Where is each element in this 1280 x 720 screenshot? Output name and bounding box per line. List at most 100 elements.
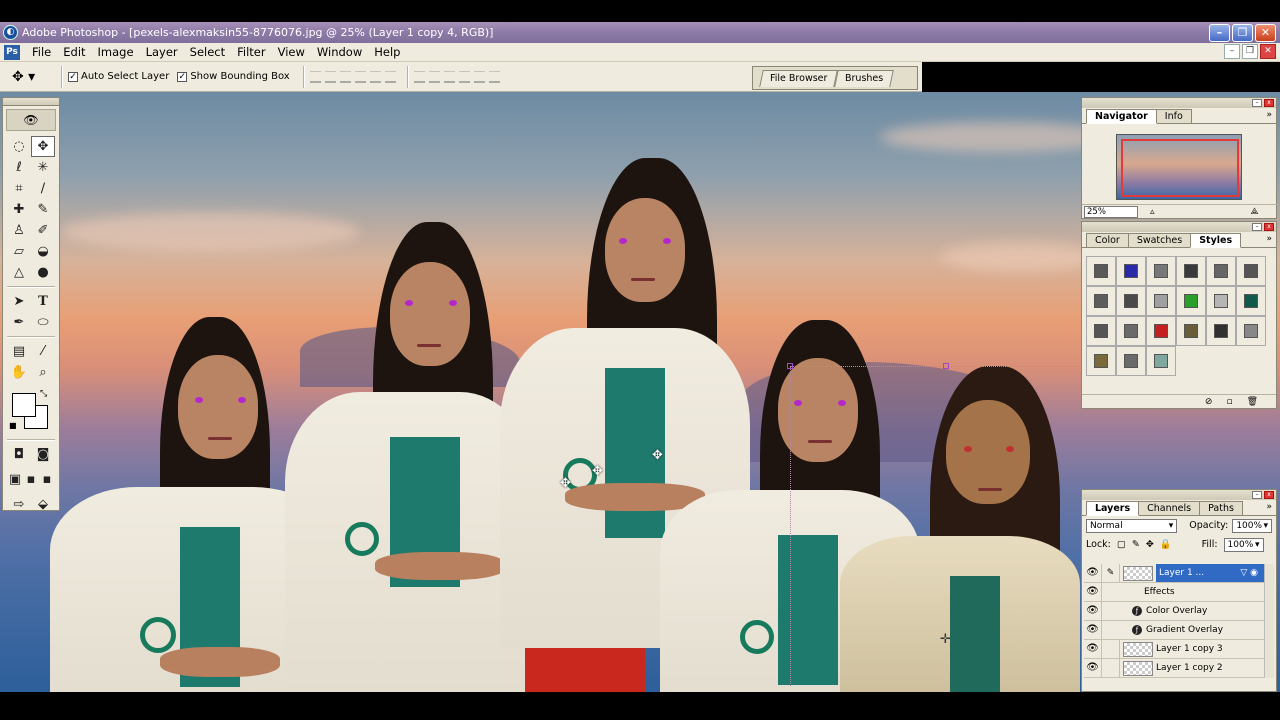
menu-select[interactable]: Select bbox=[184, 43, 231, 62]
show-bounding-box-checkbox[interactable]: ✓ Show Bounding Box bbox=[177, 71, 290, 82]
type-tool-icon[interactable]: T bbox=[31, 291, 55, 312]
brush-tool-icon[interactable]: ✎ bbox=[31, 199, 55, 220]
distribute-vcenter-icon[interactable] bbox=[428, 70, 440, 83]
move-tool-icon[interactable]: ✥ bbox=[31, 136, 55, 157]
panel-minimize-button[interactable]: – bbox=[1252, 99, 1262, 107]
notes-tool-icon[interactable]: ▤ bbox=[7, 341, 31, 362]
style-swatch[interactable] bbox=[1086, 346, 1116, 376]
style-swatch[interactable] bbox=[1236, 286, 1266, 316]
layer-row[interactable]: 👁 Layer 1 copy 2 bbox=[1084, 659, 1266, 678]
zoom-field[interactable]: 25% bbox=[1084, 205, 1138, 218]
panel-menu-icon[interactable]: » bbox=[1266, 110, 1272, 120]
visibility-eye-icon[interactable]: 👁 bbox=[1084, 583, 1102, 601]
style-swatch[interactable] bbox=[1176, 286, 1206, 316]
panel-minimize-button[interactable]: – bbox=[1252, 223, 1262, 231]
style-swatch[interactable] bbox=[1086, 316, 1116, 346]
doc-restore-button[interactable]: ❐ bbox=[1242, 44, 1258, 59]
checkbox-box[interactable]: ✓ bbox=[177, 71, 188, 82]
lasso-tool-icon[interactable]: ℓ bbox=[7, 157, 31, 178]
transform-handle[interactable] bbox=[787, 363, 793, 369]
crop-tool-icon[interactable]: ⌗ bbox=[7, 178, 31, 199]
clear-style-icon[interactable]: ⊘ bbox=[1205, 397, 1213, 407]
lock-position-icon[interactable]: ✥ bbox=[1146, 539, 1154, 550]
style-swatch[interactable] bbox=[1086, 286, 1116, 316]
visibility-eye-icon[interactable]: 👁 bbox=[1084, 640, 1102, 658]
style-swatch[interactable] bbox=[1146, 316, 1176, 346]
delete-style-icon[interactable]: 🗑 bbox=[1247, 397, 1258, 407]
full-screen-menu-mode-icon[interactable]: ▪ bbox=[23, 469, 39, 490]
layer-row[interactable]: 👁 ✎ Layer 1 ... ▽ ◉ bbox=[1084, 564, 1266, 583]
marquee-tool-icon[interactable]: ◌ bbox=[7, 136, 31, 157]
standard-mode-icon[interactable]: ◘ bbox=[7, 444, 31, 465]
file-browser-tab[interactable]: File Browser bbox=[759, 70, 839, 87]
panel-close-button[interactable]: x bbox=[1264, 223, 1274, 231]
layer-link-cell[interactable] bbox=[1102, 640, 1120, 658]
style-swatch[interactable] bbox=[1206, 256, 1236, 286]
minimize-button[interactable]: – bbox=[1209, 24, 1230, 42]
eraser-tool-icon[interactable]: ▱ bbox=[7, 241, 31, 262]
align-hcenter-icon[interactable] bbox=[369, 70, 381, 83]
effect-row[interactable]: 👁 ƒ Gradient Overlay bbox=[1084, 621, 1266, 640]
zoom-in-icon[interactable]: ⟁ bbox=[1251, 207, 1259, 217]
style-swatch[interactable] bbox=[1176, 316, 1206, 346]
style-swatch[interactable] bbox=[1116, 286, 1146, 316]
align-bottom-icon[interactable] bbox=[339, 70, 351, 83]
slice-tool-icon[interactable]: ∕ bbox=[31, 178, 55, 199]
menu-file[interactable]: File bbox=[26, 43, 57, 62]
style-swatch[interactable] bbox=[1176, 256, 1206, 286]
distribute-left-icon[interactable] bbox=[458, 70, 470, 83]
doc-close-button[interactable]: ✕ bbox=[1260, 44, 1276, 59]
adobe-online-icon[interactable]: 👁 bbox=[6, 109, 56, 131]
move-tool-preset-icon[interactable]: ✥ ▾ bbox=[12, 65, 56, 89]
lock-transparency-icon[interactable]: ▢ bbox=[1117, 539, 1126, 550]
doc-minimize-button[interactable]: – bbox=[1224, 44, 1240, 59]
lock-all-icon[interactable]: 🔒 bbox=[1160, 539, 1172, 550]
distribute-right-icon[interactable] bbox=[488, 70, 500, 83]
imageready-icon[interactable]: ⬙ bbox=[31, 494, 55, 515]
history-brush-tool-icon[interactable]: ✐ bbox=[31, 220, 55, 241]
distribute-hcenter-icon[interactable] bbox=[473, 70, 485, 83]
align-left-icon[interactable] bbox=[354, 70, 366, 83]
close-button[interactable]: ✕ bbox=[1255, 24, 1276, 42]
style-swatch[interactable] bbox=[1236, 256, 1266, 286]
menu-image[interactable]: Image bbox=[92, 43, 140, 62]
style-swatch[interactable] bbox=[1146, 256, 1176, 286]
layer-brush-icon[interactable]: ✎ bbox=[1102, 564, 1120, 582]
jump-to-imageready-icon[interactable]: ⇨ bbox=[7, 494, 31, 515]
menu-help[interactable]: Help bbox=[368, 43, 406, 62]
menu-edit[interactable]: Edit bbox=[57, 43, 91, 62]
align-top-icon[interactable] bbox=[309, 70, 321, 83]
style-swatch[interactable] bbox=[1206, 286, 1236, 316]
restore-button[interactable]: ❐ bbox=[1232, 24, 1253, 42]
zoom-out-icon[interactable]: ▵ bbox=[1150, 207, 1155, 217]
menu-window[interactable]: Window bbox=[311, 43, 368, 62]
visibility-eye-icon[interactable]: 👁 bbox=[1084, 621, 1102, 639]
style-swatch[interactable] bbox=[1116, 256, 1146, 286]
new-style-icon[interactable]: ▫ bbox=[1226, 397, 1232, 407]
document-icon[interactable]: Ps bbox=[4, 44, 20, 60]
brushes-tab[interactable]: Brushes bbox=[834, 70, 895, 87]
visibility-eye-icon[interactable]: 👁 bbox=[1084, 659, 1102, 677]
panel-grip[interactable]: – x bbox=[1082, 222, 1276, 232]
checkbox-box[interactable]: ✓ bbox=[68, 71, 78, 82]
paint-bucket-tool-icon[interactable]: ◒ bbox=[31, 241, 55, 262]
tab-navigator[interactable]: Navigator bbox=[1086, 109, 1157, 124]
foreground-color-swatch[interactable] bbox=[12, 393, 36, 417]
blur-tool-icon[interactable]: △ bbox=[7, 262, 31, 283]
dodge-tool-icon[interactable]: ● bbox=[31, 262, 55, 283]
standard-screen-mode-icon[interactable]: ▣ bbox=[7, 469, 23, 490]
healing-brush-tool-icon[interactable]: ✚ bbox=[7, 199, 31, 220]
tab-paths[interactable]: Paths bbox=[1199, 501, 1243, 515]
tab-styles[interactable]: Styles bbox=[1190, 233, 1242, 248]
panel-menu-icon[interactable]: » bbox=[1266, 502, 1272, 512]
tab-info[interactable]: Info bbox=[1155, 109, 1192, 123]
style-swatch[interactable] bbox=[1116, 346, 1146, 376]
distribute-bottom-icon[interactable] bbox=[443, 70, 455, 83]
zoom-tool-icon[interactable]: ⌕ bbox=[31, 362, 55, 383]
panel-grip[interactable]: – x bbox=[1082, 98, 1276, 108]
swap-colors-icon[interactable]: ⤡ bbox=[40, 389, 47, 399]
fill-field[interactable]: 100% bbox=[1223, 537, 1264, 552]
clone-stamp-tool-icon[interactable]: ♙ bbox=[7, 220, 31, 241]
shape-tool-icon[interactable]: ⬭ bbox=[31, 312, 55, 333]
navigator-thumbnail[interactable] bbox=[1116, 134, 1242, 200]
